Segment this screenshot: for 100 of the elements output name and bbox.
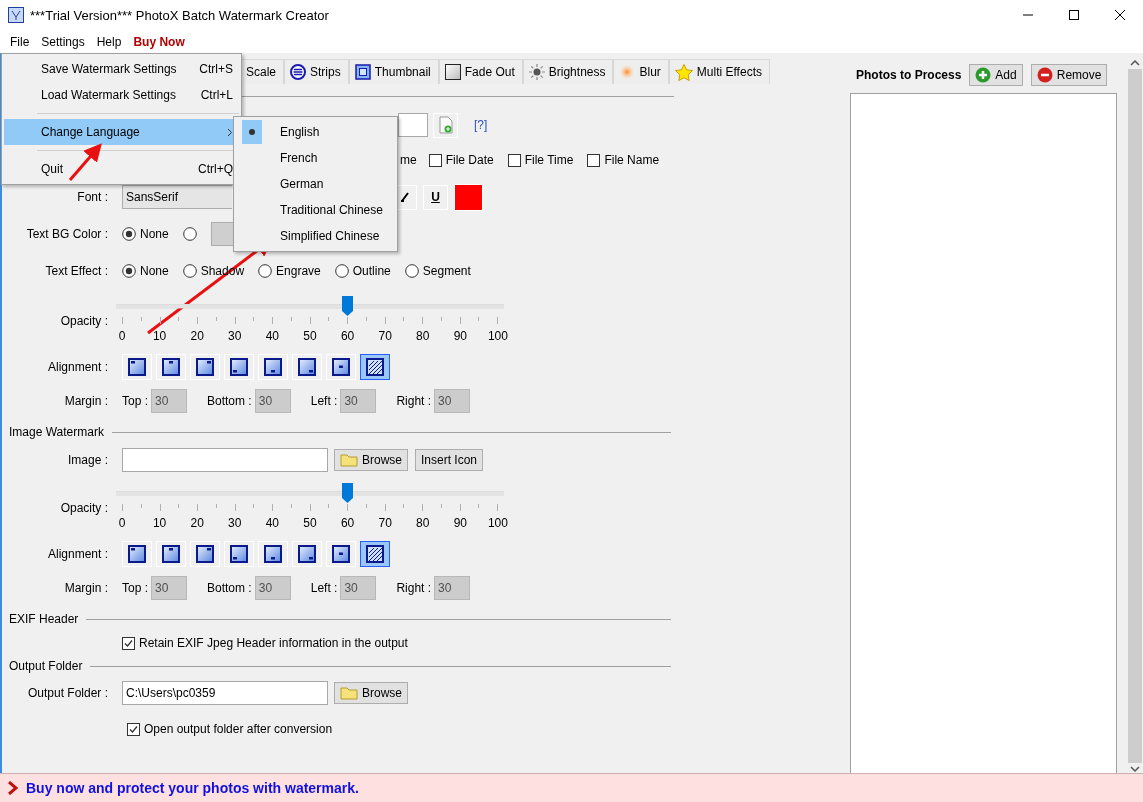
tab[interactable]: Scale xyxy=(240,59,285,84)
align-icon xyxy=(332,545,350,563)
browse-button[interactable]: Browse xyxy=(334,449,408,471)
browse-button[interactable]: Browse xyxy=(334,682,408,704)
checkbox[interactable] xyxy=(507,153,521,167)
radio-button[interactable] xyxy=(334,264,349,278)
sun-icon xyxy=(528,64,545,80)
slider-thumb[interactable] xyxy=(341,295,353,316)
remove-button[interactable]: Remove xyxy=(1030,64,1108,86)
field-label: Text Effect : xyxy=(44,264,109,278)
close-icon xyxy=(1115,10,1125,20)
folder-icon xyxy=(340,453,358,467)
scroll-down-icon[interactable] xyxy=(1130,765,1140,773)
blur-icon xyxy=(619,64,636,80)
menu-item[interactable]: Traditional Chinese xyxy=(236,197,395,223)
tick-label: 40 xyxy=(264,515,281,530)
menu-item[interactable]: French xyxy=(236,145,395,171)
alignment-button[interactable] xyxy=(360,354,390,380)
tick-label: 30 xyxy=(227,515,243,530)
folder-icon xyxy=(340,686,358,700)
align-icon xyxy=(298,545,316,563)
tile-icon xyxy=(366,358,384,376)
tab[interactable]: Strips xyxy=(284,59,349,84)
tick-label: 100 xyxy=(486,515,509,530)
tick-label: 10 xyxy=(151,515,168,530)
menu-item[interactable]: Save Watermark Settings Ctrl+S xyxy=(4,56,239,82)
tick-label: 10 xyxy=(151,328,168,343)
checkbox-label: File Name xyxy=(604,153,660,167)
menu-item[interactable]: English xyxy=(236,119,395,145)
field-label: Alignment : xyxy=(46,360,109,374)
tick-label: 30 xyxy=(227,328,243,343)
checkbox-label: Open output folder after conversion xyxy=(144,722,333,736)
italic-icon xyxy=(399,192,410,202)
tick-label: 90 xyxy=(452,515,468,530)
thumbnail-icon xyxy=(354,64,371,80)
tick-label: 90 xyxy=(452,328,468,343)
menu-item[interactable]: Load Watermark Settings Ctrl+L xyxy=(4,82,239,108)
slider-thumb[interactable] xyxy=(341,482,353,503)
menu-title[interactable]: Settings xyxy=(35,34,91,49)
help-link[interactable]: [?] xyxy=(474,118,488,132)
alignment-button[interactable] xyxy=(360,541,390,567)
radio-button[interactable] xyxy=(122,227,136,241)
checkbox[interactable] xyxy=(127,722,140,736)
checkbox[interactable] xyxy=(428,153,442,167)
tick-label: 50 xyxy=(302,328,318,343)
tab[interactable]: Fade Out xyxy=(438,59,523,84)
tick-label: 0 xyxy=(117,515,127,530)
field-label: Image : xyxy=(66,453,109,467)
minus-icon xyxy=(1036,67,1053,83)
tab[interactable]: Thumbnail xyxy=(348,59,439,84)
image-field[interactable] xyxy=(122,448,328,472)
radio-label: Outline xyxy=(352,264,391,278)
font-dropdown[interactable]: SansSerif xyxy=(122,185,232,209)
section-title: Image Watermark xyxy=(9,425,104,439)
insert-icon-button[interactable]: Insert Icon xyxy=(415,449,484,471)
field-label: Bottom : xyxy=(207,394,252,408)
add-button[interactable]: Add xyxy=(969,64,1023,86)
star-icon xyxy=(674,63,693,81)
text-field[interactable] xyxy=(398,113,428,137)
margin-field[interactable]: 30 xyxy=(434,576,471,600)
align-icon xyxy=(264,545,282,563)
field-label: Output Folder : xyxy=(26,686,109,700)
tick-label: 70 xyxy=(377,328,393,343)
menu-title[interactable]: Help xyxy=(90,34,128,49)
menu-item[interactable]: Simplified Chinese xyxy=(236,223,395,249)
window-title: ***Trial Version*** PhotoX Batch Watermark Creator xyxy=(30,7,330,23)
radio-button[interactable] xyxy=(182,227,197,241)
tab[interactable]: Multi Effects xyxy=(668,59,770,84)
tab[interactable]: Brightness xyxy=(522,59,614,84)
scrollbar[interactable] xyxy=(1127,59,1143,773)
menu-title[interactable]: File xyxy=(4,34,36,49)
align-icon xyxy=(196,358,214,376)
menu-title[interactable]: Buy Now xyxy=(127,34,191,49)
menu-item[interactable]: German xyxy=(236,171,395,197)
radio-label: None xyxy=(140,264,169,278)
radio-button[interactable] xyxy=(122,264,136,278)
color-swatch[interactable] xyxy=(210,222,235,246)
margin-field[interactable]: 30 xyxy=(340,576,377,600)
radio-button[interactable] xyxy=(182,264,197,278)
margin-field[interactable]: 30 xyxy=(254,576,291,600)
underline-button[interactable]: U xyxy=(423,184,448,210)
checkbox[interactable] xyxy=(587,153,601,167)
radio-button[interactable] xyxy=(258,264,273,278)
folder-field[interactable]: C:\Users\pc0359 xyxy=(122,681,328,705)
tick-label: 80 xyxy=(415,328,431,343)
scroll-up-icon[interactable] xyxy=(1130,59,1140,67)
margin-field[interactable]: 30 xyxy=(254,389,291,413)
add-file-button[interactable] xyxy=(433,112,458,138)
tab[interactable]: Blur xyxy=(613,59,669,84)
field-label: Right : xyxy=(396,581,432,595)
radio-button[interactable] xyxy=(404,264,419,278)
margin-field[interactable]: 30 xyxy=(151,389,187,413)
field-label: Top : xyxy=(122,394,148,408)
checkbox-label: Retain EXIF Jpeg Header information in the output xyxy=(139,636,408,650)
tick-label: 50 xyxy=(302,515,318,530)
margin-field[interactable]: 30 xyxy=(151,576,187,600)
margin-field[interactable]: 30 xyxy=(434,389,471,413)
tick-label: 60 xyxy=(339,328,356,343)
checkbox[interactable] xyxy=(122,636,135,650)
margin-field[interactable]: 30 xyxy=(340,389,377,413)
